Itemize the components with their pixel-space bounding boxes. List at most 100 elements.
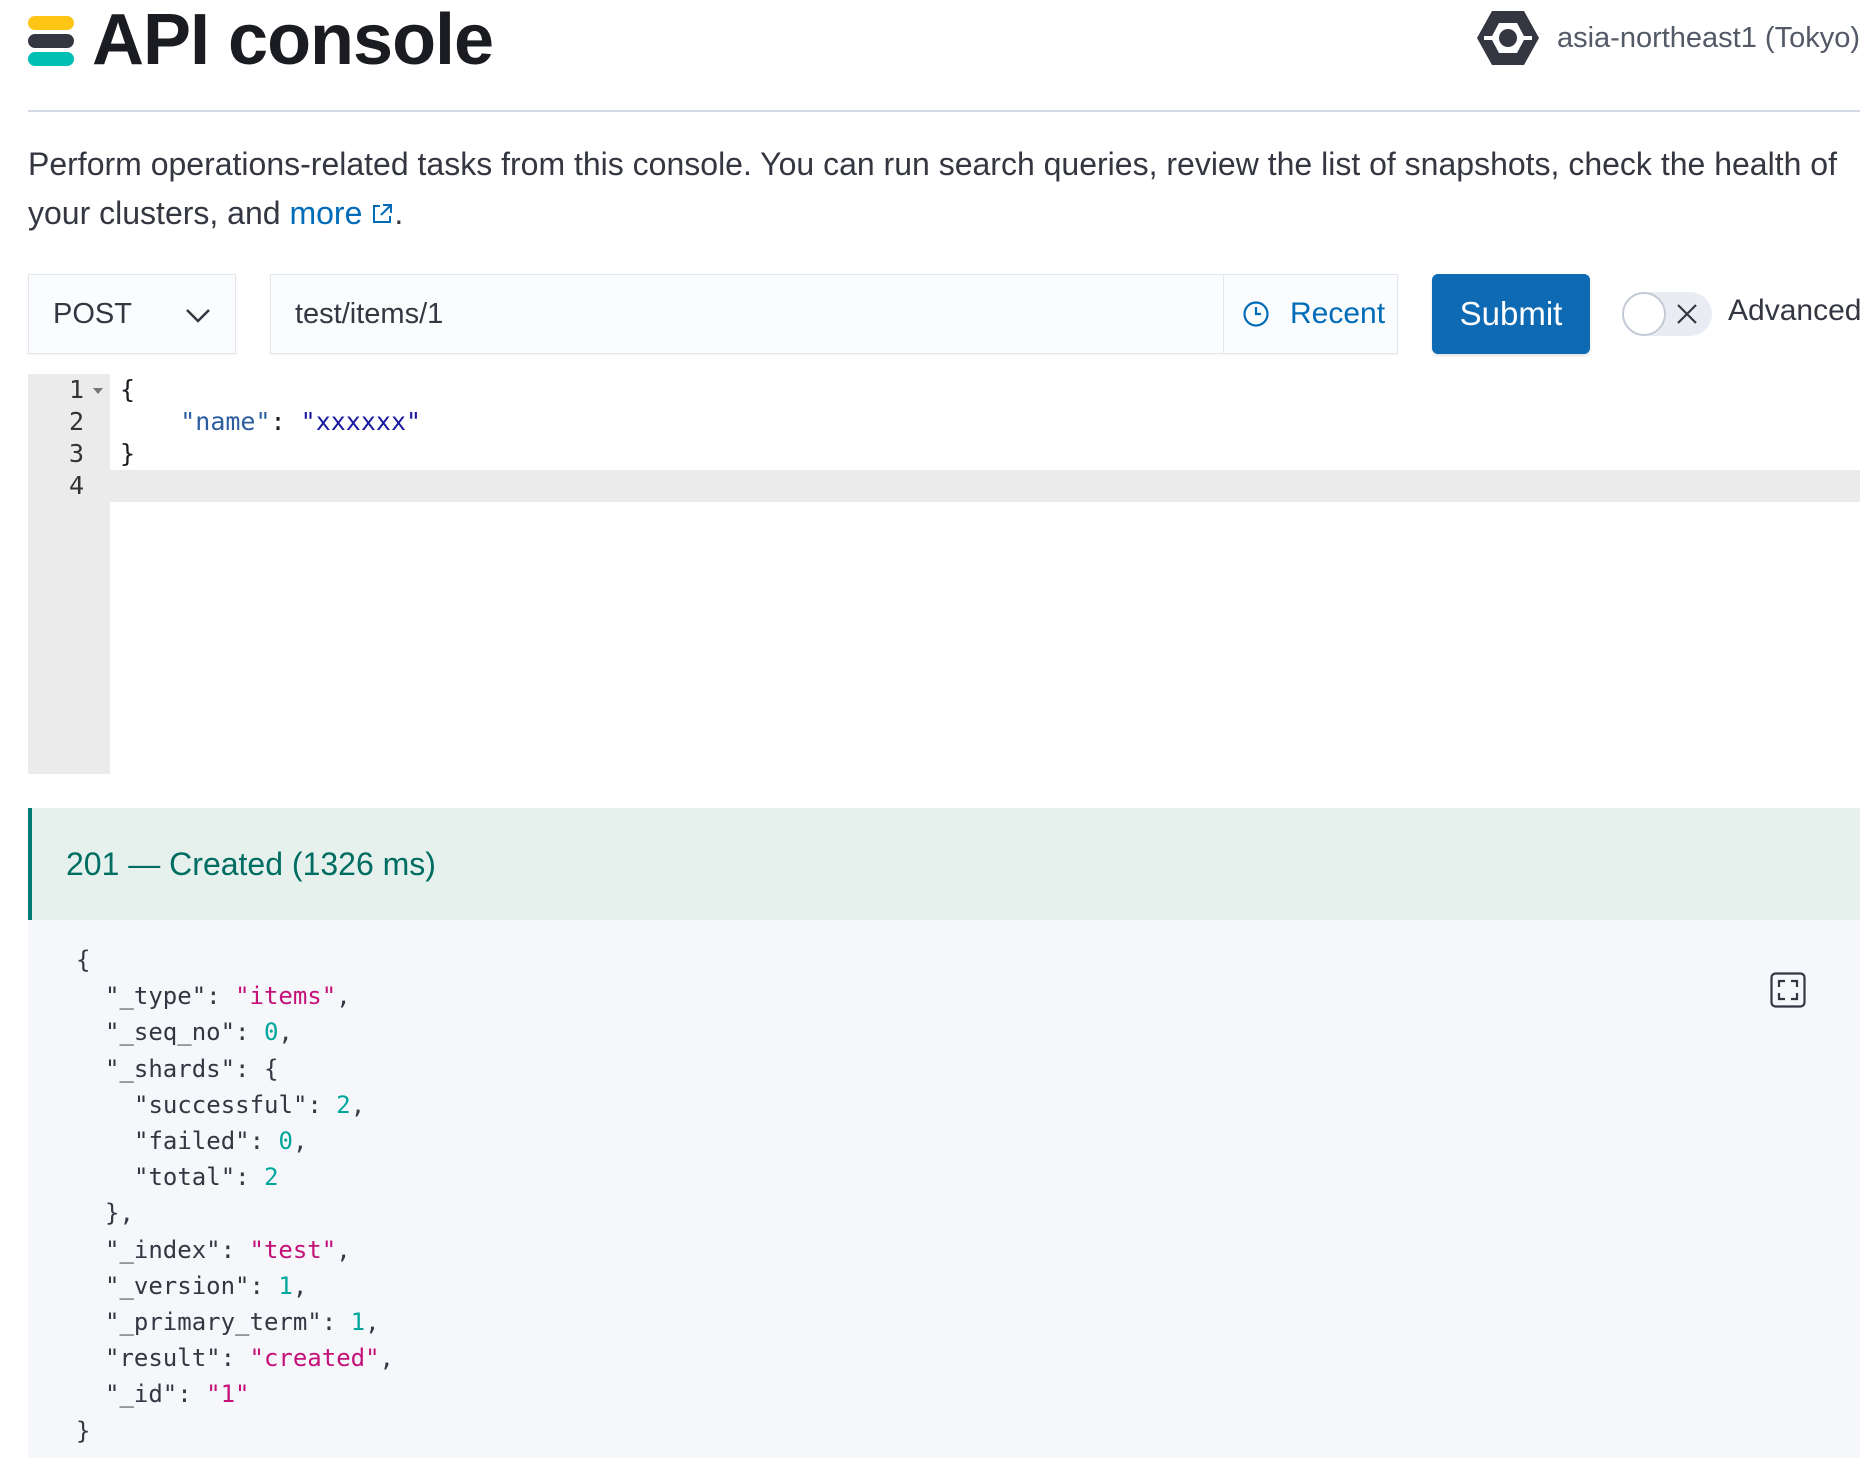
line-number: 4	[68, 471, 84, 500]
json-key: "_seq_no"	[105, 1018, 236, 1047]
code-line: "name": "xxxxxx"	[120, 406, 421, 438]
json-string: "created"	[249, 1344, 380, 1373]
json-number: 0	[278, 1127, 293, 1155]
more-link-label: more	[289, 195, 363, 231]
external-link-icon	[373, 204, 393, 223]
json-punctuation: ,	[278, 1018, 293, 1047]
json-punctuation: }	[76, 1416, 91, 1445]
json-punctuation: :	[321, 1308, 351, 1336]
json-punctuation: ,	[336, 1235, 351, 1264]
response-line: "_version": 1,	[105, 1268, 307, 1304]
method-value: POST	[53, 297, 132, 330]
json-key: "_primary_term"	[105, 1308, 322, 1336]
json-key: "_shards"	[105, 1054, 236, 1083]
region-indicator: asia-northeast1 (Tokyo)	[1475, 8, 1860, 68]
json-key: "_index"	[105, 1235, 221, 1264]
close-icon	[1677, 304, 1697, 324]
json-number: 0	[263, 1018, 279, 1047]
advanced-toggle[interactable]	[1622, 292, 1712, 336]
elastic-logo	[28, 16, 74, 66]
description-trailing: .	[394, 195, 404, 231]
json-punctuation: :	[249, 1127, 279, 1155]
response-line: "_type": "items",	[105, 978, 351, 1014]
logo-bar-top	[28, 16, 74, 30]
header-divider	[28, 110, 1860, 112]
response-line: {	[76, 942, 90, 978]
toggle-knob	[1622, 292, 1666, 336]
more-link[interactable]: more	[289, 195, 394, 231]
code-key: "name"	[180, 407, 271, 436]
response-line: "_index": "test",	[105, 1232, 351, 1268]
response-line: "successful": 2,	[134, 1087, 365, 1123]
json-punctuation: {	[76, 946, 91, 974]
json-punctuation: :	[177, 1380, 207, 1409]
response-line: "_primary_term": 1,	[105, 1304, 380, 1340]
fullscreen-icon[interactable]	[1770, 972, 1806, 1008]
method-select[interactable]: POST	[28, 274, 236, 354]
json-key: "_id"	[105, 1380, 178, 1409]
json-punctuation: :	[206, 982, 236, 1011]
code-value: "xxxxxx"	[300, 407, 422, 436]
json-number: 1	[278, 1271, 293, 1300]
request-body-editor[interactable]: 1 2 3 4 { "name": "xxxxxx" }	[28, 374, 1860, 774]
hexagon-cloud-icon	[1476, 11, 1539, 65]
json-key: "result"	[105, 1344, 221, 1373]
json-punctuation: },	[105, 1199, 134, 1228]
recent-button[interactable]: Recent	[1223, 275, 1397, 353]
response-line: "total": 2	[134, 1159, 279, 1195]
json-punctuation: ,	[336, 982, 351, 1011]
json-string: "test"	[249, 1235, 337, 1264]
logo-bar-bottom	[28, 52, 74, 66]
json-key: "successful"	[134, 1090, 308, 1119]
json-punctuation: ,	[379, 1344, 394, 1373]
response-line: },	[105, 1195, 134, 1231]
response-line: "_id": "1"	[105, 1376, 250, 1412]
active-line-highlight	[28, 470, 1860, 502]
json-punctuation: ,	[365, 1308, 380, 1336]
recent-label: Recent	[1290, 297, 1386, 330]
logo-bar-middle	[28, 34, 74, 48]
response-line: }	[76, 1413, 90, 1449]
response-line: "_shards": {	[105, 1051, 278, 1087]
response-status-callout: 201 — Created (1326 ms)	[28, 808, 1860, 920]
json-key: "_version"	[105, 1271, 250, 1300]
json-punctuation: :	[307, 1090, 337, 1119]
page-description: Perform operations-related tasks from th…	[28, 140, 1838, 238]
json-punctuation: :	[220, 1344, 250, 1373]
json-punctuation: :	[220, 1235, 250, 1264]
code-line: {	[120, 374, 135, 406]
path-field: Recent	[270, 274, 1398, 354]
code-token: {	[120, 375, 136, 404]
response-status: 201 — Created (1326 ms)	[66, 845, 436, 882]
json-punctuation: : {	[235, 1054, 279, 1083]
code-separator: :	[270, 407, 301, 436]
response-line: "failed": 0,	[134, 1123, 307, 1159]
json-string: "items"	[235, 982, 337, 1011]
json-punctuation: :	[235, 1018, 264, 1047]
code-line: }	[120, 438, 135, 470]
json-punctuation: ,	[350, 1090, 366, 1119]
submit-button[interactable]: Submit	[1432, 274, 1590, 354]
clock-icon	[1243, 301, 1269, 327]
code-token: }	[120, 439, 136, 468]
page-title: API console	[92, 0, 494, 80]
json-number: 2	[336, 1090, 351, 1119]
fold-arrow-icon[interactable]	[92, 386, 104, 396]
response-line: "_seq_no": 0,	[105, 1014, 293, 1050]
chevron-down-icon	[186, 309, 210, 323]
json-key: "failed"	[134, 1127, 250, 1155]
json-number: 1	[350, 1308, 366, 1336]
json-punctuation: ,	[292, 1127, 308, 1155]
response-line: "result": "created",	[105, 1340, 394, 1376]
api-console-page: API console asia-northeast1 (Tokyo) Perf…	[0, 0, 1860, 1458]
advanced-label[interactable]: Advanced	[1728, 294, 1860, 328]
json-punctuation: :	[249, 1271, 279, 1300]
json-string: "1"	[206, 1380, 250, 1409]
json-key: "_type"	[105, 982, 207, 1011]
path-input[interactable]	[271, 275, 1223, 353]
json-punctuation: ,	[292, 1271, 308, 1300]
json-key: "total"	[134, 1163, 236, 1192]
line-number: 3	[68, 439, 84, 468]
json-number: 2	[264, 1163, 279, 1192]
